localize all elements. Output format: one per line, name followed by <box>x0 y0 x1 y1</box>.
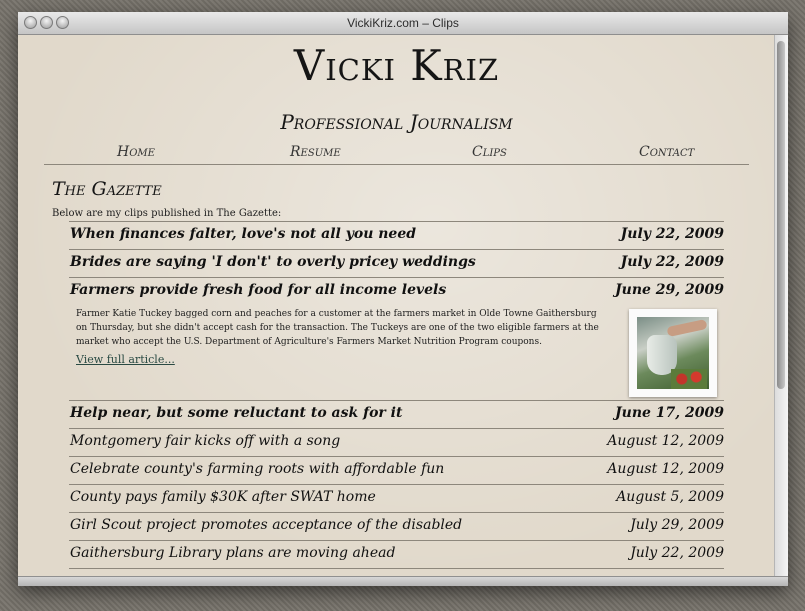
clip-row[interactable]: Montgomery fair kicks off with a song Au… <box>69 428 724 456</box>
clip-title[interactable]: Gaithersburg Library plans are moving ah… <box>70 545 395 561</box>
clip-date: June 17, 2009 <box>615 405 724 421</box>
window-title: VickiKriz.com – Clips <box>347 16 459 30</box>
title-bar[interactable]: VickiKriz.com – Clips <box>18 12 788 35</box>
nav-clips[interactable]: Clips <box>472 144 507 160</box>
clip-row[interactable]: Gaithersburg Library plans are moving ah… <box>69 540 724 568</box>
nav-home[interactable]: Home <box>117 144 155 160</box>
clip-title[interactable]: County pays family $30K after SWAT home <box>70 489 376 505</box>
clips-list: When finances falter, love's not all you… <box>69 221 724 577</box>
clip-title[interactable]: Montgomery fair kicks off with a song <box>70 433 340 449</box>
section-intro: Below are my clips published in The Gaze… <box>52 208 282 219</box>
clip-title[interactable]: Brides are saying 'I don't' to overly pr… <box>70 254 476 270</box>
farmers-market-photo <box>637 317 709 389</box>
clip-title[interactable]: Help near, but some reluctant to ask for… <box>70 405 402 421</box>
view-full-article-link[interactable]: View full article... <box>76 353 175 366</box>
clip-row[interactable]: Celebrate county's farming roots with af… <box>69 456 724 484</box>
clip-date: June 29, 2009 <box>615 282 724 298</box>
main-nav: Home Resume Clips Contact <box>44 144 749 165</box>
clip-row[interactable]: Girl Scout project promotes acceptance o… <box>69 512 724 540</box>
site-subtitle: Professional Journalism <box>280 110 513 134</box>
clip-date: July 22, 2009 <box>620 226 724 242</box>
nav-contact[interactable]: Contact <box>639 144 694 160</box>
clip-thumbnail[interactable] <box>629 309 717 397</box>
nav-resume[interactable]: Resume <box>290 144 341 160</box>
page-content: Vicki Kriz Professional Journalism Home … <box>18 35 775 577</box>
clip-date: July 22, 2009 <box>620 254 724 270</box>
clip-date: August 12, 2009 <box>607 461 724 477</box>
vertical-scrollbar[interactable] <box>774 35 788 577</box>
status-bar <box>18 576 788 586</box>
clip-title[interactable]: Celebrate county's farming roots with af… <box>70 461 444 477</box>
clip-row-expanded[interactable]: Farmers provide fresh food for all incom… <box>69 277 724 400</box>
clip-row[interactable]: County pays family $30K after SWAT home … <box>69 484 724 512</box>
section-title: The Gazette <box>52 178 162 200</box>
browser-window: VickiKriz.com – Clips Vicki Kriz Profess… <box>18 12 788 586</box>
clip-row[interactable]: When finances falter, love's not all you… <box>69 221 724 249</box>
clip-summary: Farmer Katie Tuckey bagged corn and peac… <box>76 309 599 347</box>
clip-title[interactable]: When finances falter, love's not all you… <box>70 226 416 242</box>
clip-date: August 5, 2009 <box>616 489 724 505</box>
clip-date: July 22, 2009 <box>630 545 724 561</box>
clip-date: July 29, 2009 <box>630 517 724 533</box>
clip-date: August 12, 2009 <box>607 433 724 449</box>
clip-title[interactable]: Girl Scout project promotes acceptance o… <box>70 517 462 533</box>
site-title: Vicki Kriz <box>293 41 500 90</box>
clip-row[interactable]: Help near, but some reluctant to ask for… <box>69 400 724 428</box>
clip-row[interactable]: Brides are saying 'I don't' to overly pr… <box>69 249 724 277</box>
clip-title[interactable]: Farmers provide fresh food for all incom… <box>70 282 446 298</box>
scrollbar-thumb[interactable] <box>777 41 785 389</box>
